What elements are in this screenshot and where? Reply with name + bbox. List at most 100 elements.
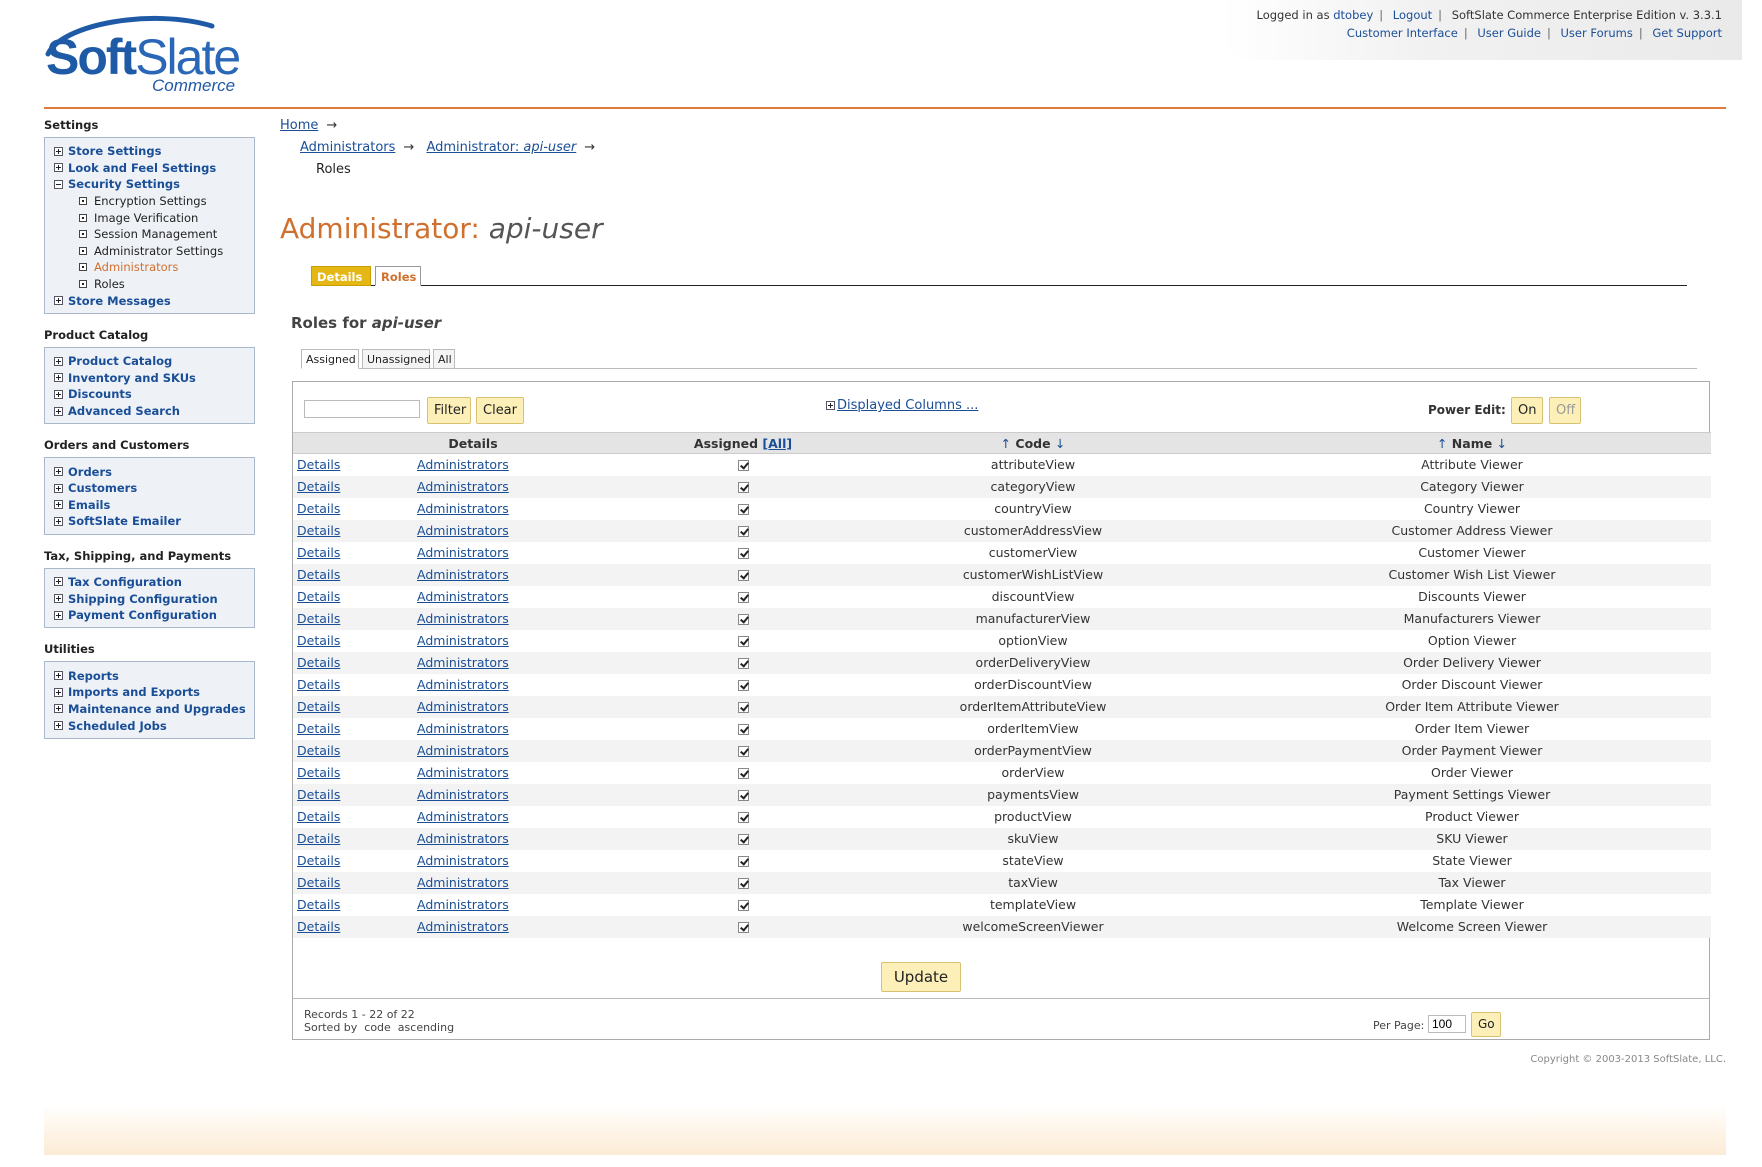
row-details-link[interactable]: Details <box>297 479 340 494</box>
sidebar-item-store-settings[interactable]: Store Settings <box>54 143 250 160</box>
assigned-checkbox[interactable] <box>737 592 749 603</box>
expand-icon[interactable] <box>54 671 63 681</box>
expand-icon[interactable] <box>54 687 63 697</box>
expand-icon[interactable] <box>54 373 63 383</box>
row-administrators-link[interactable]: Administrators <box>417 655 509 670</box>
row-administrators-link[interactable]: Administrators <box>417 589 509 604</box>
row-details-link[interactable]: Details <box>297 677 340 692</box>
expand-icon[interactable] <box>54 594 63 604</box>
assigned-checkbox[interactable] <box>737 856 749 867</box>
row-administrators-link[interactable]: Administrators <box>417 919 509 934</box>
row-administrators-link[interactable]: Administrators <box>417 457 509 472</box>
row-details-link[interactable]: Details <box>297 875 340 890</box>
username-link[interactable]: dtobey <box>1333 8 1373 22</box>
assigned-checkbox[interactable] <box>737 636 749 647</box>
assigned-checkbox[interactable] <box>737 768 749 779</box>
sidebar-subitem-session-management[interactable]: Session Management <box>54 226 250 243</box>
row-details-link[interactable]: Details <box>297 721 340 736</box>
row-administrators-link[interactable]: Administrators <box>417 787 509 802</box>
assigned-checkbox[interactable] <box>737 746 749 757</box>
row-administrators-link[interactable]: Administrators <box>417 479 509 494</box>
go-button[interactable]: Go <box>1471 1012 1501 1037</box>
row-details-link[interactable]: Details <box>297 611 340 626</box>
sidebar-item-imports-exports[interactable]: Imports and Exports <box>54 684 250 701</box>
filter-input[interactable] <box>304 400 420 418</box>
row-details-link[interactable]: Details <box>297 897 340 912</box>
row-details-link[interactable]: Details <box>297 853 340 868</box>
assigned-checkbox[interactable] <box>737 658 749 669</box>
expand-icon[interactable] <box>54 500 63 510</box>
tab-unassigned[interactable]: Unassigned <box>362 349 431 369</box>
sidebar-item-security-settings[interactable]: Security Settings <box>54 176 250 193</box>
row-details-link[interactable]: Details <box>297 743 340 758</box>
tab-details[interactable]: Details <box>311 266 371 286</box>
assigned-checkbox[interactable] <box>737 790 749 801</box>
breadcrumb-home-link[interactable]: Home <box>280 118 318 133</box>
row-administrators-link[interactable]: Administrators <box>417 611 509 626</box>
displayed-columns-link[interactable]: Displayed Columns ... <box>837 398 978 413</box>
sidebar-item-shipping-configuration[interactable]: Shipping Configuration <box>54 590 250 607</box>
expand-icon[interactable] <box>54 146 63 156</box>
sidebar-item-emails[interactable]: Emails <box>54 497 250 514</box>
row-details-link[interactable]: Details <box>297 765 340 780</box>
per-page-input[interactable] <box>1428 1015 1466 1033</box>
tab-assigned[interactable]: Assigned <box>301 349 359 369</box>
sidebar-item-store-messages[interactable]: Store Messages <box>54 292 250 309</box>
customer-interface-link[interactable]: Customer Interface <box>1347 26 1458 40</box>
expand-icon[interactable] <box>54 356 63 366</box>
assigned-checkbox[interactable] <box>737 548 749 559</box>
power-edit-off-button[interactable]: Off <box>1549 397 1581 424</box>
sidebar-item-scheduled-jobs[interactable]: Scheduled Jobs <box>54 717 250 734</box>
row-administrators-link[interactable]: Administrators <box>417 853 509 868</box>
sidebar-item-product-catalog[interactable]: Product Catalog <box>54 353 250 370</box>
sidebar-subitem-roles[interactable]: Roles <box>54 276 250 293</box>
row-details-link[interactable]: Details <box>297 589 340 604</box>
sidebar-item-advanced-search[interactable]: Advanced Search <box>54 403 250 420</box>
tab-roles[interactable]: Roles <box>375 266 421 286</box>
sidebar-subitem-administrators[interactable]: Administrators <box>54 259 250 276</box>
breadcrumb-administrators-link[interactable]: Administrators <box>300 140 395 155</box>
user-forums-link[interactable]: User Forums <box>1561 26 1633 40</box>
assigned-checkbox[interactable] <box>737 680 749 691</box>
sidebar-item-emailer[interactable]: SoftSlate Emailer <box>54 513 250 530</box>
row-details-link[interactable]: Details <box>297 501 340 516</box>
sidebar-subitem-encryption[interactable]: Encryption Settings <box>54 193 250 210</box>
assigned-checkbox[interactable] <box>737 526 749 537</box>
expand-icon[interactable] <box>54 721 63 731</box>
sidebar-subitem-administrator-settings[interactable]: Administrator Settings <box>54 243 250 260</box>
row-administrators-link[interactable]: Administrators <box>417 633 509 648</box>
displayed-columns-toggle[interactable]: Displayed Columns ... <box>826 398 978 413</box>
assigned-checkbox[interactable] <box>737 570 749 581</box>
get-support-link[interactable]: Get Support <box>1652 26 1722 40</box>
row-administrators-link[interactable]: Administrators <box>417 523 509 538</box>
sort-desc-icon[interactable]: ↓ <box>1055 436 1065 451</box>
header-code[interactable]: ↑ Code ↓ <box>833 432 1233 454</box>
assigned-checkbox[interactable] <box>737 504 749 515</box>
filter-button[interactable]: Filter <box>427 397 471 424</box>
clear-button[interactable]: Clear <box>476 397 524 424</box>
expand-icon[interactable] <box>54 610 63 620</box>
expand-icon[interactable] <box>54 389 63 399</box>
row-details-link[interactable]: Details <box>297 545 340 560</box>
assigned-checkbox[interactable] <box>737 834 749 845</box>
sidebar-item-reports[interactable]: Reports <box>54 667 250 684</box>
expand-icon[interactable] <box>54 483 63 493</box>
row-administrators-link[interactable]: Administrators <box>417 765 509 780</box>
sidebar-item-tax-configuration[interactable]: Tax Configuration <box>54 574 250 591</box>
row-details-link[interactable]: Details <box>297 787 340 802</box>
row-administrators-link[interactable]: Administrators <box>417 809 509 824</box>
row-administrators-link[interactable]: Administrators <box>417 699 509 714</box>
row-administrators-link[interactable]: Administrators <box>417 545 509 560</box>
sort-desc-icon[interactable]: ↓ <box>1497 436 1507 451</box>
sidebar-item-customers[interactable]: Customers <box>54 480 250 497</box>
sort-asc-icon[interactable]: ↑ <box>1001 436 1011 451</box>
sidebar-subitem-image-verification[interactable]: Image Verification <box>54 209 250 226</box>
assign-all-link[interactable]: [All] <box>762 436 792 451</box>
row-administrators-link[interactable]: Administrators <box>417 567 509 582</box>
row-administrators-link[interactable]: Administrators <box>417 501 509 516</box>
expand-icon[interactable] <box>54 296 63 306</box>
assigned-checkbox[interactable] <box>737 724 749 735</box>
expand-icon[interactable] <box>54 163 63 173</box>
power-edit-on-button[interactable]: On <box>1511 397 1543 424</box>
row-details-link[interactable]: Details <box>297 699 340 714</box>
